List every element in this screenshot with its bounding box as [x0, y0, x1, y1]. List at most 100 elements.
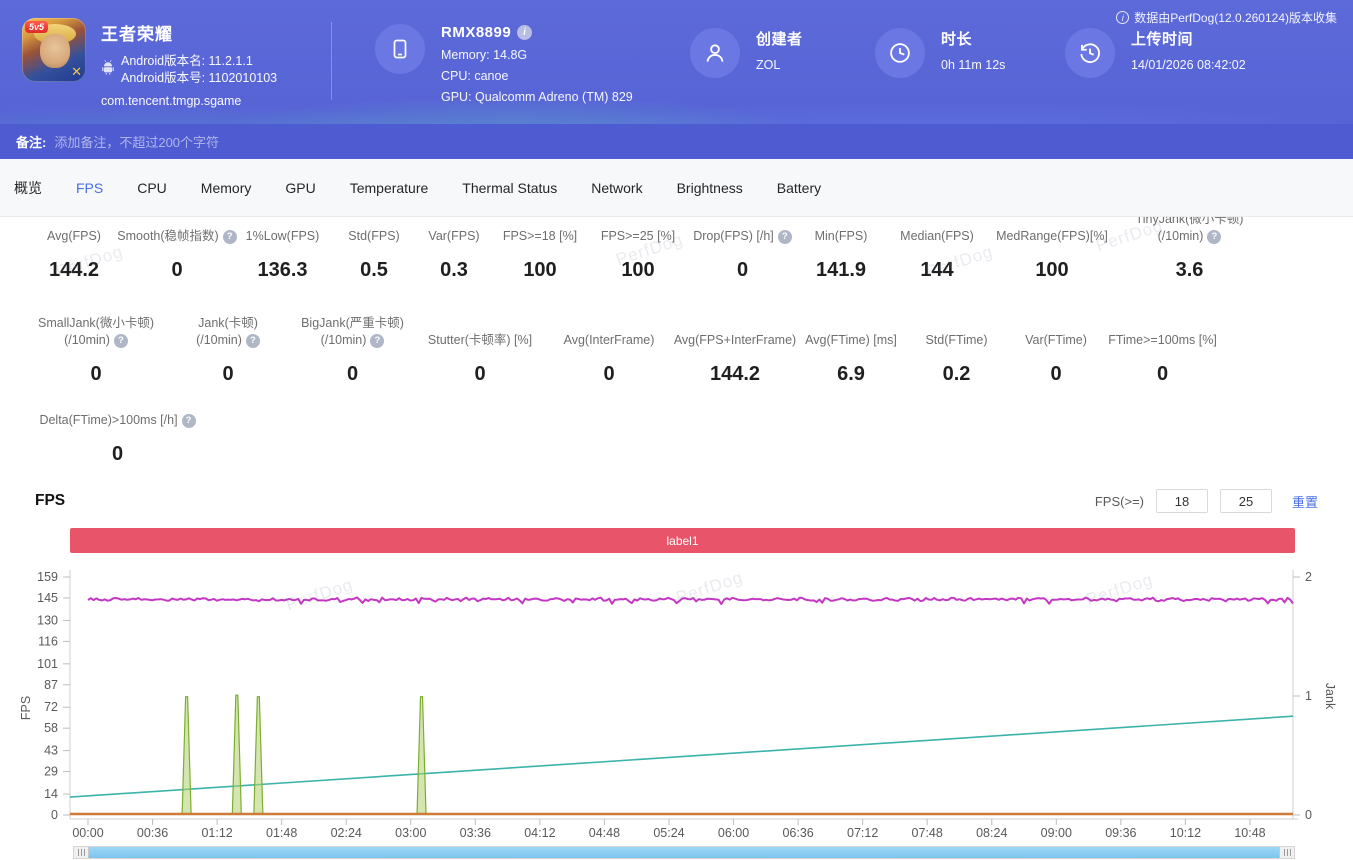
stat-label: FPS>=18 [%] [503, 217, 577, 245]
stat-label-line: Drop(FPS) [/h]? [693, 228, 792, 245]
stat-label: MedRange(FPS)[%] [996, 217, 1108, 245]
grip-icon [78, 849, 85, 856]
x-tick-label: 04:48 [589, 826, 620, 840]
stat-cell: TinyJank(微小卡顿)(/10min)?3.6 [1117, 217, 1262, 283]
chart-horizontal-scrollbar [73, 846, 1295, 859]
chart-label-band-text: label1 [666, 534, 698, 548]
stat-cell: 1%Low(FPS)136.3 [231, 217, 334, 283]
tab-memory[interactable]: Memory [201, 180, 252, 196]
x-tick-label: 00:00 [72, 826, 103, 840]
tab-thermal-status[interactable]: Thermal Status [462, 180, 557, 196]
tab-gpu[interactable]: GPU [285, 180, 315, 196]
device-info-icon[interactable]: i [517, 25, 532, 40]
x-tick-label: 10:48 [1234, 826, 1265, 840]
stat-label-line: Avg(FPS) [47, 228, 101, 245]
fps-line [88, 597, 1293, 604]
scrollbar-left-handle[interactable] [74, 847, 89, 858]
stat-label: FTime>=100ms [%] [1108, 313, 1217, 349]
duration-info-block: 时长 0h 11m 12s [875, 28, 1005, 78]
reset-button[interactable]: 重置 [1292, 492, 1318, 511]
left-tick-label: 130 [37, 613, 58, 627]
left-tick-label: 72 [44, 700, 58, 714]
left-tick-label: 43 [44, 744, 58, 758]
tab-cpu[interactable]: CPU [137, 180, 167, 196]
tab-概览[interactable]: 概览 [14, 178, 42, 198]
stat-value: 0 [474, 361, 485, 387]
fps-threshold-input-2[interactable] [1220, 489, 1272, 513]
x-tick-label: 02:24 [331, 826, 362, 840]
x-tick-label: 06:00 [718, 826, 749, 840]
x-tick-label: 10:12 [1170, 826, 1201, 840]
stat-label-line: Var(FPS) [428, 228, 479, 245]
tab-battery[interactable]: Battery [777, 180, 821, 196]
tab-fps[interactable]: FPS [76, 180, 103, 196]
x-tick-label: 06:36 [782, 826, 813, 840]
left-tick-label: 14 [44, 787, 58, 801]
upload-time-value: 14/01/2026 08:42:02 [1131, 58, 1246, 72]
left-tick-label: 101 [37, 657, 58, 671]
upload-time-info-block: 上传时间 14/01/2026 08:42:02 [1065, 28, 1246, 78]
stats-row-3: Delta(FTime)>100ms [/h]? 0 [0, 411, 1353, 467]
scrollbar-right-handle[interactable] [1279, 847, 1294, 858]
right-tick-label: 0 [1305, 808, 1312, 822]
stat-label-line: Jank(卡顿) [198, 315, 258, 332]
clock-icon [875, 28, 925, 78]
tab-brightness[interactable]: Brightness [677, 180, 743, 196]
help-icon[interactable]: ? [1207, 230, 1221, 244]
stat-label: FPS>=25 [%] [601, 217, 675, 245]
right-tick-label: 1 [1305, 689, 1312, 703]
stat-value: 144 [920, 257, 953, 283]
stat-value: 0 [1157, 361, 1168, 387]
fps-section-title: FPS [35, 492, 65, 510]
tab-network[interactable]: Network [591, 180, 642, 196]
left-tick-label: 159 [37, 570, 58, 584]
stat-label-line: BigJank(严重卡顿) [301, 315, 404, 332]
stat-value: 6.9 [837, 361, 865, 387]
person-icon [690, 28, 740, 78]
scrollbar-thumb[interactable] [89, 847, 1279, 858]
stat-label: Smooth(稳帧指数)? [117, 217, 236, 245]
stat-value: 100 [1035, 257, 1068, 283]
help-icon[interactable]: ? [114, 334, 128, 348]
stat-cell: Avg(FPS)144.2 [25, 217, 123, 283]
collect-version-note: i 数据由PerfDog(12.0.260124)版本收集 [1116, 9, 1337, 26]
fps-threshold-input-1[interactable] [1156, 489, 1208, 513]
grip-icon [1284, 849, 1291, 856]
android-version-name: Android版本名: 11.2.1.1 [121, 53, 277, 70]
phone-icon [375, 24, 425, 74]
report-header: i 数据由PerfDog(12.0.260124)版本收集 5v5 ✕ 王者荣耀 [0, 0, 1353, 124]
stats-row-1: Avg(FPS)144.2Smooth(稳帧指数)?01%Low(FPS)136… [0, 217, 1353, 283]
right-tick-label: 2 [1305, 570, 1312, 584]
stat-cell: Var(FTime)0 [1007, 313, 1105, 387]
device-memory: Memory: 14.8G [441, 48, 633, 62]
collect-version-text: 数据由PerfDog(12.0.260124)版本收集 [1134, 9, 1337, 26]
stat-label: Min(FPS) [815, 217, 868, 245]
x-tick-label: 05:24 [653, 826, 684, 840]
x-tick-label: 09:00 [1041, 826, 1072, 840]
help-icon[interactable]: ? [370, 334, 384, 348]
stat-label: Avg(FTime) [ms] [805, 313, 897, 349]
stat-label-line: (/10min)? [196, 332, 260, 349]
android-icon [101, 60, 115, 80]
stat-label: Drop(FPS) [/h]? [693, 217, 792, 245]
note-input[interactable]: 添加备注，不超过200个字符 [54, 132, 219, 151]
jank-spike [417, 697, 426, 814]
stat-label: Delta(FTime)>100ms [/h]? [39, 411, 195, 429]
stat-label: BigJank(严重卡顿)(/10min)? [301, 313, 404, 349]
stat-value: 0 [90, 361, 101, 387]
stat-label: TinyJank(微小卡顿)(/10min)? [1136, 217, 1244, 245]
stat-cell: FPS>=25 [%]100 [586, 217, 690, 283]
help-icon[interactable]: ? [182, 414, 196, 428]
stat-value: 141.9 [816, 257, 866, 283]
game-app-icon: 5v5 ✕ [22, 18, 86, 82]
device-name: RMX8899 [441, 24, 511, 41]
tab-temperature[interactable]: Temperature [350, 180, 429, 196]
game-icon-art [40, 34, 70, 68]
help-icon[interactable]: ? [246, 334, 260, 348]
help-icon[interactable]: ? [778, 230, 792, 244]
stat-value: 0 [112, 441, 123, 467]
jank-spike [182, 697, 191, 814]
info-icon[interactable]: i [1116, 11, 1129, 24]
stat-label: SmallJank(微小卡顿)(/10min)? [38, 313, 154, 349]
stat-cell: Std(FPS)0.5 [334, 217, 414, 283]
